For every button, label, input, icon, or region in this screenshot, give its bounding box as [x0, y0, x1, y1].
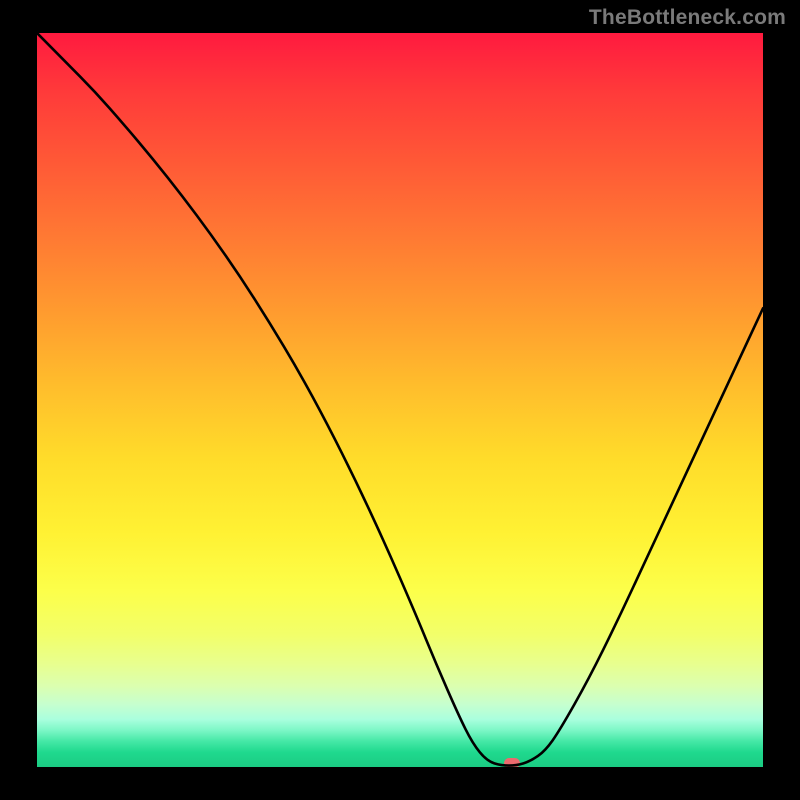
plot-area — [37, 33, 763, 767]
chart-container: TheBottleneck.com — [0, 0, 800, 800]
chart-frame — [0, 0, 800, 800]
bottleneck-curve — [37, 33, 763, 767]
watermark-label: TheBottleneck.com — [589, 6, 786, 30]
